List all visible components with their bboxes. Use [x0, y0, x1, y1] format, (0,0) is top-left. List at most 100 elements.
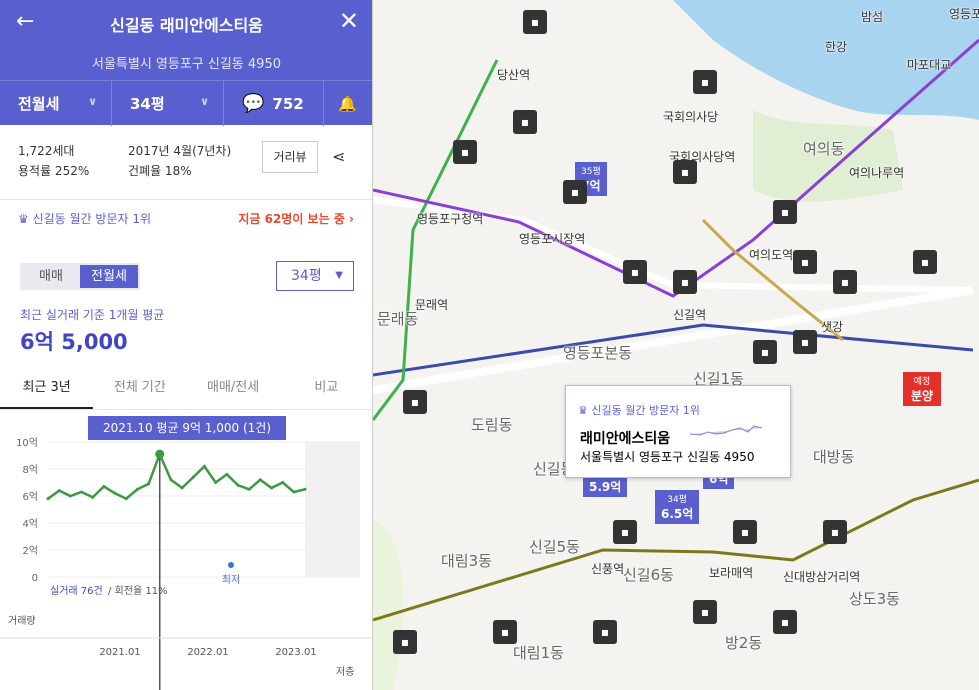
detail-panel: ← 신길동 래미안에스티움 ✕ 서울특별시 영등포구 신길동 4950 전월세 ∨… [0, 0, 373, 690]
bell-button[interactable]: 🔔 [324, 81, 372, 126]
tab-all[interactable]: 전체 기간 [93, 370, 186, 409]
subway-line-1 [373, 323, 974, 377]
price-marker[interactable]: 34평 6.5억 [655, 490, 700, 524]
map-pin[interactable]: ▪ [753, 340, 777, 364]
tab-recent-3y[interactable]: 최근 3년 [0, 370, 94, 409]
chart-size-label: 34평 [291, 268, 322, 284]
deal-segment: 매매 전월세 [20, 263, 140, 290]
map-pin[interactable]: ▪ [563, 180, 587, 204]
map-place-label: 문래역 [415, 298, 449, 312]
chevron-down-icon: ∨ [88, 95, 97, 108]
map-place-label: 보라매역 [709, 566, 754, 580]
comments-button[interactable]: 💬 752 [224, 81, 324, 126]
presale-status: 예정 [913, 377, 931, 387]
turnover-rate: / 회전율 11% [108, 585, 168, 597]
average-price: 6억 5,000 [20, 330, 128, 354]
segment-rent[interactable]: 전월세 [80, 265, 138, 288]
data-point [169, 478, 173, 482]
data-point [91, 495, 95, 499]
chart-size-select[interactable]: 34평 ▼ [276, 261, 354, 291]
x-tick-label: 2022.01 [187, 647, 228, 658]
visitor-rank-text: 신길동 월간 방문자 1위 [32, 212, 152, 226]
map-pin[interactable]: ▪ [513, 110, 537, 134]
map-base [373, 0, 979, 690]
bell-icon: 🔔 [338, 94, 357, 113]
data-point [68, 494, 72, 498]
panel-header: ← 신길동 래미안에스티움 ✕ 서울특별시 영등포구 신길동 4950 전월세 ∨… [0, 0, 372, 126]
tab-compare[interactable]: 비교 [280, 370, 372, 409]
close-icon[interactable]: ✕ [339, 7, 359, 35]
map-pin[interactable]: ▪ [493, 620, 517, 644]
size-select[interactable]: 34평 ∨ [112, 81, 224, 126]
map-pin[interactable]: ▪ [673, 270, 697, 294]
chevron-right-icon: › [349, 212, 354, 226]
deal-type-select[interactable]: 전월세 ∨ [0, 81, 112, 126]
y-tick-label: 10억 [16, 437, 38, 449]
map-place-label: 신풍역 [591, 562, 625, 576]
map-pin[interactable]: ▪ [793, 250, 817, 274]
map-pin[interactable]: ▪ [523, 10, 547, 34]
price-chart[interactable]: 10억 8억 6억 4억 2억 0 2021.10 평균 9억 1,000 (1건) 최저 실거… [0, 410, 372, 690]
map-pin[interactable]: ▪ [823, 520, 847, 544]
price-marker[interactable]: 5.9억 [583, 476, 628, 497]
map-pin[interactable]: ▪ [623, 260, 647, 284]
map-place-label: 마포대교 [907, 58, 952, 72]
map-pin[interactable]: ▪ [773, 200, 797, 224]
comment-icon: 💬 [242, 93, 265, 114]
size-label: 34평 [130, 95, 165, 113]
map-place-label: 문래동 [377, 310, 419, 328]
map-pin[interactable]: ▪ [833, 270, 857, 294]
price-caption: 최근 실거래 기준 1개월 평균 [20, 308, 165, 322]
data-point [46, 497, 50, 501]
presale-marker[interactable]: 예정 분양 [903, 372, 942, 406]
x-tick-label: 2021.01 [99, 647, 140, 658]
map-pin[interactable]: ▪ [793, 330, 817, 354]
data-point [147, 482, 151, 486]
y-tick-label: 8억 [22, 464, 38, 476]
marker-size: 34평 [667, 495, 688, 505]
future-area [305, 442, 360, 577]
map-pin[interactable]: ▪ [913, 250, 937, 274]
map-pin[interactable]: ▪ [693, 600, 717, 624]
tooltip-rank-text: 신길동 월간 방문자 1위 [591, 404, 700, 417]
households: 1,722세대 [18, 144, 75, 158]
period-tabs: 최근 3년 전체 기간 매매/전세 비교 [0, 370, 372, 410]
trade-count: 실거래 76건 [50, 585, 103, 597]
map-pin[interactable]: ▪ [393, 630, 417, 654]
map-place-label: 대방동 [813, 448, 855, 466]
data-point [258, 478, 262, 482]
live-viewers-link[interactable]: 지금 62명이 보는 중 › [238, 210, 354, 227]
y-tick-label: 6억 [22, 491, 38, 503]
data-point [281, 481, 285, 484]
map-pin[interactable]: ▪ [453, 140, 477, 164]
segment-sale[interactable]: 매매 [22, 265, 80, 288]
map-pin[interactable]: ▪ [733, 520, 757, 544]
tab-sale-rent[interactable]: 매매/전세 [187, 370, 280, 409]
data-point [180, 486, 184, 490]
share-icon[interactable]: ⋖ [332, 147, 345, 166]
map-place-label: 도림동 [471, 416, 513, 434]
chevron-down-icon: ∨ [200, 95, 209, 108]
map-view[interactable]: 당산역 국회의사당 국회의사당역 여의동 여의나루역 여의도역 영등포구청역 영등포시장역 신길… [373, 0, 979, 690]
tooltip-address: 서울특별시 영등포구 신길동 4950 [580, 450, 755, 464]
caret-down-icon: ▼ [335, 270, 343, 281]
map-pin[interactable]: ▪ [673, 160, 697, 184]
data-point [124, 497, 128, 501]
map-pin[interactable]: ▪ [693, 70, 717, 94]
data-point [113, 491, 117, 495]
roadview-button[interactable]: 거리뷰 [262, 141, 318, 173]
marker-price: 6.5억 [661, 507, 694, 521]
map-place-label: 여의도역 [749, 248, 794, 262]
price-line [47, 450, 306, 501]
map-pin[interactable]: ▪ [403, 390, 427, 414]
complex-title: 신길동 래미안에스티움 [110, 16, 263, 35]
map-place-label: 국회의사당 [663, 110, 719, 124]
map-pin[interactable]: ▪ [593, 620, 617, 644]
y-tick-label: 4억 [22, 518, 38, 530]
data-point [292, 490, 296, 494]
complex-tooltip[interactable]: ♛ 신길동 월간 방문자 1위 래미안에스티움 서울특별시 영등포구 신길동 4… [565, 385, 791, 478]
map-pin[interactable]: ▪ [613, 520, 637, 544]
data-point [80, 490, 84, 494]
map-pin[interactable]: ▪ [773, 610, 797, 634]
map-place-label: 한강 [825, 40, 848, 54]
